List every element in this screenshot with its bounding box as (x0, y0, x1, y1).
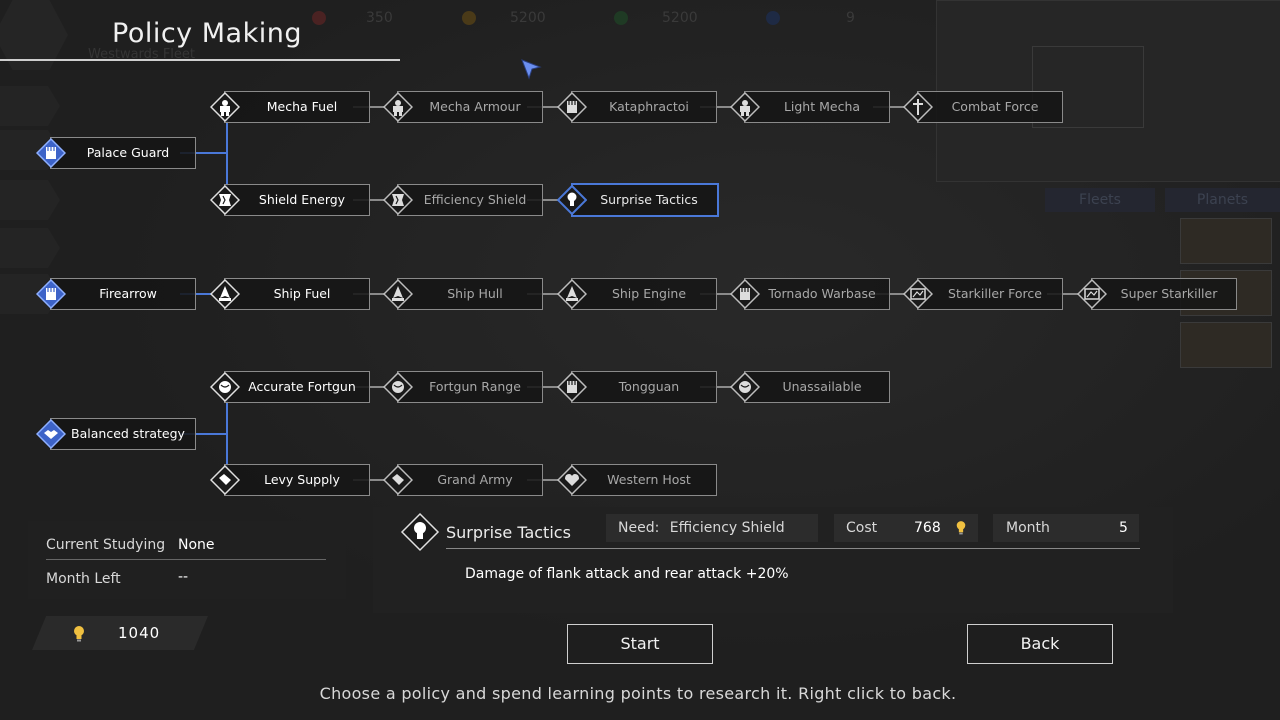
need-label: Need: (618, 520, 660, 536)
policy-node-ship-hull[interactable]: Ship Hull (383, 278, 543, 310)
policy-node-label: Shield Energy (258, 192, 346, 207)
policy-node-unassailable[interactable]: Unassailable (730, 371, 890, 403)
current-studying-value: None (178, 537, 215, 553)
month-value: 5 (1119, 520, 1128, 536)
divider (446, 548, 1140, 549)
policy-node-super-starkiller[interactable]: Super Starkiller (1077, 278, 1237, 310)
divider (46, 559, 326, 560)
policy-cost: Cost 768 (834, 514, 978, 542)
lightbulb-icon (74, 626, 84, 642)
cost-label: Cost (846, 520, 878, 536)
policy-node-light-mecha[interactable]: Light Mecha (730, 91, 890, 123)
game-screen: 350 5200 5200 9 Westwards Fleet Fleets P… (0, 0, 1280, 720)
policy-node-label: Western Host (607, 472, 691, 487)
policy-node-levy-supply[interactable]: Levy Supply (210, 464, 370, 496)
policy-node-label: Firearrow (99, 286, 157, 301)
policy-detail-name: Surprise Tactics (446, 523, 571, 542)
policy-node-label: Kataphractoi (609, 99, 689, 114)
policy-node-label: Levy Supply (264, 472, 340, 487)
policy-node-ship-fuel[interactable]: Ship Fuel (210, 278, 370, 310)
policy-description: Damage of flank attack and rear attack +… (465, 566, 789, 582)
learning-points-display: 1040 (32, 616, 208, 650)
policy-node-label: Ship Fuel (273, 286, 331, 301)
policy-node-label: Balanced strategy (71, 426, 185, 441)
lightbulb-icon (956, 521, 966, 535)
month-label: Month (1006, 520, 1050, 536)
policy-node-label: Ship Hull (447, 286, 503, 301)
start-button[interactable]: Start (567, 624, 713, 664)
policy-node-label: Ship Engine (611, 286, 687, 301)
policy-node-firearrow[interactable]: Firearrow (36, 278, 196, 310)
policy-node-label: Accurate Fortgun (248, 379, 356, 394)
policy-node-label: Mecha Fuel (266, 99, 338, 114)
policy-node-label: Fortgun Range (429, 379, 521, 394)
policy-node-tongguan[interactable]: Tongguan (557, 371, 717, 403)
policy-node-surprise-tactics[interactable]: Surprise Tactics (557, 183, 719, 217)
policy-node-label: Mecha Armour (429, 99, 521, 114)
policy-node-shield-energy[interactable]: Shield Energy (210, 184, 370, 216)
policy-node-ship-engine[interactable]: Ship Engine (557, 278, 717, 310)
policy-node-western-host[interactable]: Western Host (557, 464, 717, 496)
policy-node-combat-force[interactable]: Combat Force (903, 91, 1063, 123)
policy-node-fortgun-range[interactable]: Fortgun Range (383, 371, 543, 403)
month-left-label: Month Left (46, 571, 121, 587)
policy-node-starkiller-force[interactable]: Starkiller Force (903, 278, 1063, 310)
policy-node-kataphractoi[interactable]: Kataphractoi (557, 91, 717, 123)
policy-node-accurate-fortgun[interactable]: Accurate Fortgun (210, 371, 370, 403)
study-status-panel: Current Studying None Month Left -- (28, 521, 346, 599)
help-hint: Choose a policy and spend learning point… (319, 684, 957, 703)
policy-node-label: Combat Force (951, 99, 1039, 114)
policy-node-label: Tongguan (618, 379, 680, 394)
policy-node-balanced-strategy[interactable]: Balanced strategy (36, 418, 196, 450)
policy-node-mecha-armour[interactable]: Mecha Armour (383, 91, 543, 123)
policy-node-efficiency-shield[interactable]: Efficiency Shield (383, 184, 543, 216)
policy-node-label: Surprise Tactics (600, 192, 698, 207)
month-left-value: -- (178, 569, 189, 585)
policy-detail-panel: Surprise Tactics Need: Efficiency Shield… (373, 507, 1173, 613)
policy-node-palace-guard[interactable]: Palace Guard (36, 137, 196, 169)
policy-node-tornado-warbase[interactable]: Tornado Warbase (730, 278, 890, 310)
policy-node-mecha-fuel[interactable]: Mecha Fuel (210, 91, 370, 123)
policy-node-label: Light Mecha (783, 99, 861, 114)
policy-node-label: Palace Guard (86, 145, 170, 160)
policy-requirement: Need: Efficiency Shield (606, 514, 818, 542)
policy-node-label: Efficiency Shield (423, 192, 527, 207)
policy-node-grand-army[interactable]: Grand Army (383, 464, 543, 496)
current-studying-label: Current Studying (46, 537, 166, 553)
back-button[interactable]: Back (967, 624, 1113, 664)
policy-node-label: Tornado Warbase (768, 286, 876, 301)
learning-points-value: 1040 (118, 624, 161, 642)
policy-node-label: Unassailable (782, 379, 862, 394)
policy-node-label: Super Starkiller (1120, 286, 1218, 301)
policy-duration: Month 5 (993, 514, 1139, 542)
policy-node-label: Grand Army (437, 472, 513, 487)
lightbulb-icon (400, 512, 440, 552)
policy-node-label: Starkiller Force (948, 286, 1042, 301)
cost-value: 768 (914, 520, 941, 536)
need-value: Efficiency Shield (669, 520, 785, 536)
